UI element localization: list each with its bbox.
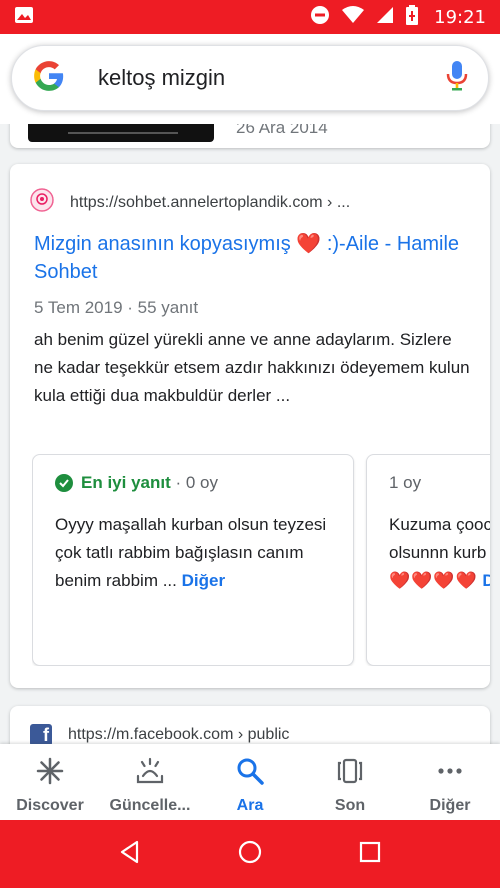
- result-date: 26 Ara 2014: [236, 124, 328, 137]
- do-not-disturb-icon: [310, 5, 330, 30]
- search-query[interactable]: keltoş mizgin: [98, 65, 446, 91]
- more-icon: [435, 756, 465, 791]
- nav-more[interactable]: Diğer: [400, 744, 500, 820]
- result-source[interactable]: f https://m.facebook.com › public: [30, 724, 289, 744]
- answer-card[interactable]: 1 oy Kuzuma çooc olsunnn kurb ❤️❤️❤️❤️ D: [366, 454, 490, 666]
- asterisk-icon: [35, 756, 65, 791]
- more-link[interactable]: D: [482, 571, 490, 590]
- facebook-icon: f: [30, 724, 52, 744]
- site-favicon: [30, 188, 54, 217]
- nav-updates[interactable]: Güncelle...: [100, 744, 200, 820]
- result-source[interactable]: https://sohbet.annelertoplandik.com › ..…: [30, 188, 350, 217]
- home-icon[interactable]: [237, 839, 263, 870]
- nav-discover[interactable]: Discover: [0, 744, 100, 820]
- search-bar[interactable]: keltoş mizgin: [11, 45, 489, 111]
- search-icon: [235, 756, 265, 791]
- recents-icon[interactable]: [357, 839, 383, 870]
- hearts-emoji: ❤️❤️❤️❤️: [389, 571, 478, 590]
- result-meta: 5 Tem 2019 · 55 yanıt: [34, 298, 199, 317]
- vote-count: · 0 oy: [175, 473, 219, 492]
- google-logo: [32, 59, 66, 98]
- vote-count: 1 oy: [389, 473, 422, 492]
- video-thumbnail[interactable]: [28, 124, 214, 142]
- answer-header: En iyi yanıt · 0 oy: [55, 473, 218, 493]
- answer-header: 1 oy: [389, 473, 421, 493]
- system-nav-bar: [0, 820, 500, 888]
- recent-tabs-icon: [335, 756, 365, 791]
- image-icon: [14, 6, 34, 29]
- status-time: 19:21: [434, 6, 486, 28]
- site-url: https://m.facebook.com › public: [68, 726, 290, 743]
- search-header: keltoş mizgin: [0, 34, 500, 124]
- heart-emoji: ❤️: [296, 233, 322, 255]
- answer-text: Kuzuma çooc olsunnn kurb ❤️❤️❤️❤️ D: [389, 511, 490, 595]
- nav-recent[interactable]: Son: [300, 744, 400, 820]
- answer-card[interactable]: En iyi yanıt · 0 oy Oyyy maşallah kurban…: [32, 454, 354, 666]
- updates-icon: [135, 756, 165, 791]
- nav-search[interactable]: Ara: [200, 744, 300, 820]
- status-bar: 19:21: [0, 0, 500, 34]
- site-url: https://sohbet.annelertoplandik.com › ..…: [70, 193, 351, 211]
- results-list[interactable]: 26 Ara 2014 https://sohbet.annelertoplan…: [0, 124, 500, 744]
- mic-icon[interactable]: [446, 60, 468, 97]
- result-title[interactable]: Mizgin anasının kopyasıymış ❤️ :)-Aile -…: [34, 230, 464, 286]
- previous-result-card[interactable]: 26 Ara 2014: [10, 124, 490, 148]
- answer-text: Oyyy maşallah kurban olsun teyzesi çok t…: [55, 515, 327, 590]
- best-answer-badge: En iyi yanıt: [81, 473, 171, 492]
- check-circle-icon: [55, 474, 73, 492]
- wifi-icon: [342, 5, 365, 29]
- more-link[interactable]: Diğer: [182, 571, 225, 590]
- bottom-nav: Discover Güncelle... Ara Son Diğer: [0, 744, 500, 820]
- next-result-card[interactable]: f https://m.facebook.com › public: [10, 706, 490, 744]
- answers-carousel[interactable]: En iyi yanıt · 0 oy Oyyy maşallah kurban…: [32, 454, 490, 666]
- result-snippet: ah benim güzel yürekli anne ve anne aday…: [34, 330, 470, 405]
- result-card[interactable]: https://sohbet.annelertoplandik.com › ..…: [10, 164, 490, 688]
- signal-icon: [376, 6, 394, 29]
- back-icon[interactable]: [117, 839, 143, 870]
- battery-icon: [406, 4, 419, 30]
